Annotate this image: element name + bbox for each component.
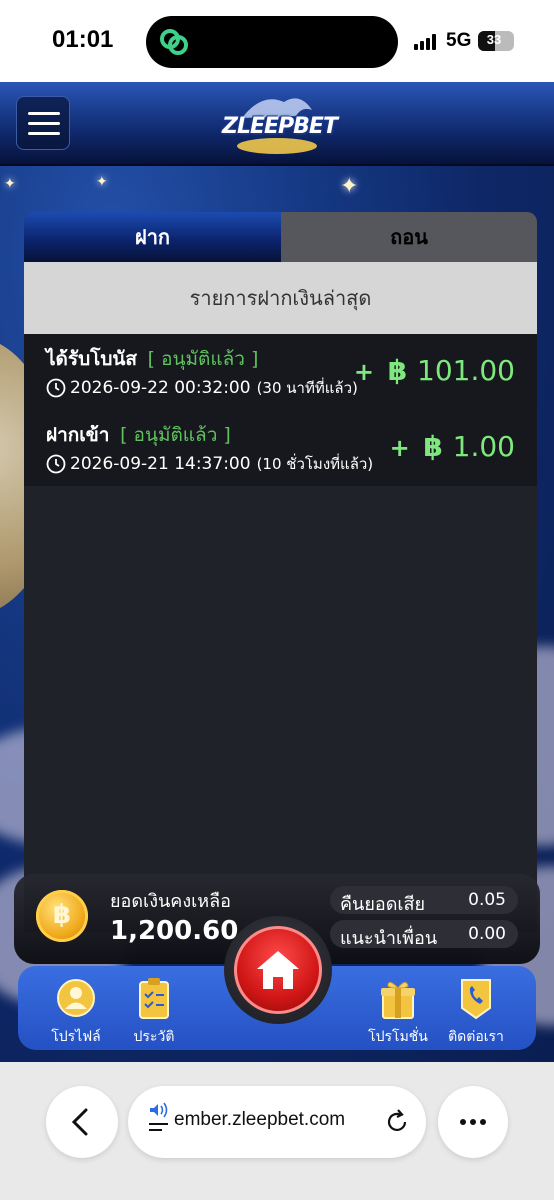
clock-icon [46, 378, 66, 398]
nav-contact-label: ติดต่อเรา [448, 1029, 504, 1045]
status-badge: [ อนุมัติแล้ว ] [120, 424, 231, 446]
nav-history[interactable]: ประวัติ [118, 976, 190, 1048]
star-decoration: ✦ [4, 176, 16, 192]
transaction-amount: 1.00 [452, 430, 515, 463]
balance-label: ยอดเงินคงเหลือ [110, 891, 231, 912]
cashback-label: คืนยอดเสีย [340, 894, 426, 915]
clock-icon [46, 454, 66, 474]
reader-audio-icon [149, 1102, 168, 1131]
nav-promotion[interactable]: โปรโมชั่น [362, 976, 434, 1048]
user-icon [57, 979, 95, 1017]
link-app-icon [160, 29, 188, 55]
home-button[interactable] [224, 916, 332, 1024]
home-icon [257, 951, 299, 989]
transaction-amount: 101.00 [417, 354, 515, 387]
battery-level: 33 [486, 32, 502, 47]
logo-text: ZLEEPBET [222, 114, 338, 139]
cashback-stat[interactable]: คืนยอดเสีย 0.05 [330, 886, 518, 915]
amount-sign: + [353, 358, 375, 386]
transaction-datetime: 2026-09-22 00:32:00 [70, 378, 251, 398]
site-logo[interactable]: ZLEEPBET [222, 88, 338, 160]
list-item: ฝากเข้า [ อนุมัติแล้ว ] 2026-09-21 14:37… [24, 410, 537, 486]
transaction-ago: (30 นาทีที่แล้ว) [256, 379, 358, 397]
phone-icon [461, 979, 491, 1020]
coin-icon: ฿ [36, 890, 88, 942]
nav-promotion-label: โปรโมชั่น [368, 1029, 428, 1045]
network-type: 5G [446, 30, 472, 51]
url-text: ember.zleepbet.com [174, 1109, 346, 1130]
transaction-ago: (10 ชั่วโมงที่แล้ว) [256, 455, 374, 473]
transaction-type: ได้รับโบนัส [46, 348, 138, 370]
site-header: ZLEEPBET [0, 82, 554, 166]
referral-label: แนะนำเพื่อน [340, 928, 438, 949]
currency-symbol: ฿ [423, 430, 443, 463]
more-options-button[interactable] [438, 1086, 508, 1158]
browser-toolbar: ember.zleepbet.com [0, 1062, 554, 1200]
nav-profile-label: โปรไฟล์ [51, 1029, 101, 1045]
deposit-panel: ฝาก ถอน รายการฝากเงินล่าสุด ได้รับโบนัส … [24, 212, 537, 932]
balance-value: 1,200.60 [110, 916, 239, 946]
hamburger-menu-button[interactable] [16, 96, 70, 150]
battery-icon: 33 [478, 31, 514, 51]
nav-contact[interactable]: ติดต่อเรา [440, 976, 512, 1048]
nav-profile[interactable]: โปรไฟล์ [40, 976, 112, 1048]
coin-symbol: ฿ [52, 900, 72, 930]
tabs: ฝาก ถอน [24, 212, 537, 262]
referral-stat[interactable]: แนะนำเพื่อน 0.00 [330, 920, 518, 949]
status-time: 01:01 [52, 26, 114, 53]
referral-value: 0.00 [468, 924, 506, 944]
back-button[interactable] [46, 1086, 118, 1158]
signal-icon [414, 34, 440, 50]
gift-icon [381, 982, 415, 1019]
status-bar: 01:01 5G 33 [0, 0, 554, 82]
tab-deposit[interactable]: ฝาก [24, 212, 281, 262]
transaction-datetime: 2026-09-21 14:37:00 [70, 454, 251, 474]
star-decoration: ✦ [96, 174, 108, 190]
tab-withdraw[interactable]: ถอน [281, 212, 537, 262]
ellipsis-icon [460, 1119, 486, 1125]
star-decoration: ✦ [340, 174, 359, 199]
reload-icon[interactable] [382, 1107, 412, 1137]
transaction-list: ได้รับโบนัส [ อนุมัติแล้ว ] 2026-09-22 0… [24, 334, 537, 486]
nav-history-label: ประวัติ [133, 1029, 175, 1045]
cashback-value: 0.05 [468, 890, 506, 910]
section-title: รายการฝากเงินล่าสุด [24, 262, 537, 334]
clipboard-icon [139, 978, 169, 1019]
list-item: ได้รับโบนัส [ อนุมัติแล้ว ] 2026-09-22 0… [24, 334, 537, 410]
status-badge: [ อนุมัติแล้ว ] [147, 348, 259, 370]
currency-symbol: ฿ [387, 354, 408, 387]
dynamic-island [146, 16, 398, 68]
amount-sign: + [389, 434, 410, 462]
chevron-left-icon [71, 1108, 88, 1136]
transaction-type: ฝากเข้า [46, 424, 110, 446]
address-bar[interactable]: ember.zleepbet.com [128, 1086, 426, 1158]
